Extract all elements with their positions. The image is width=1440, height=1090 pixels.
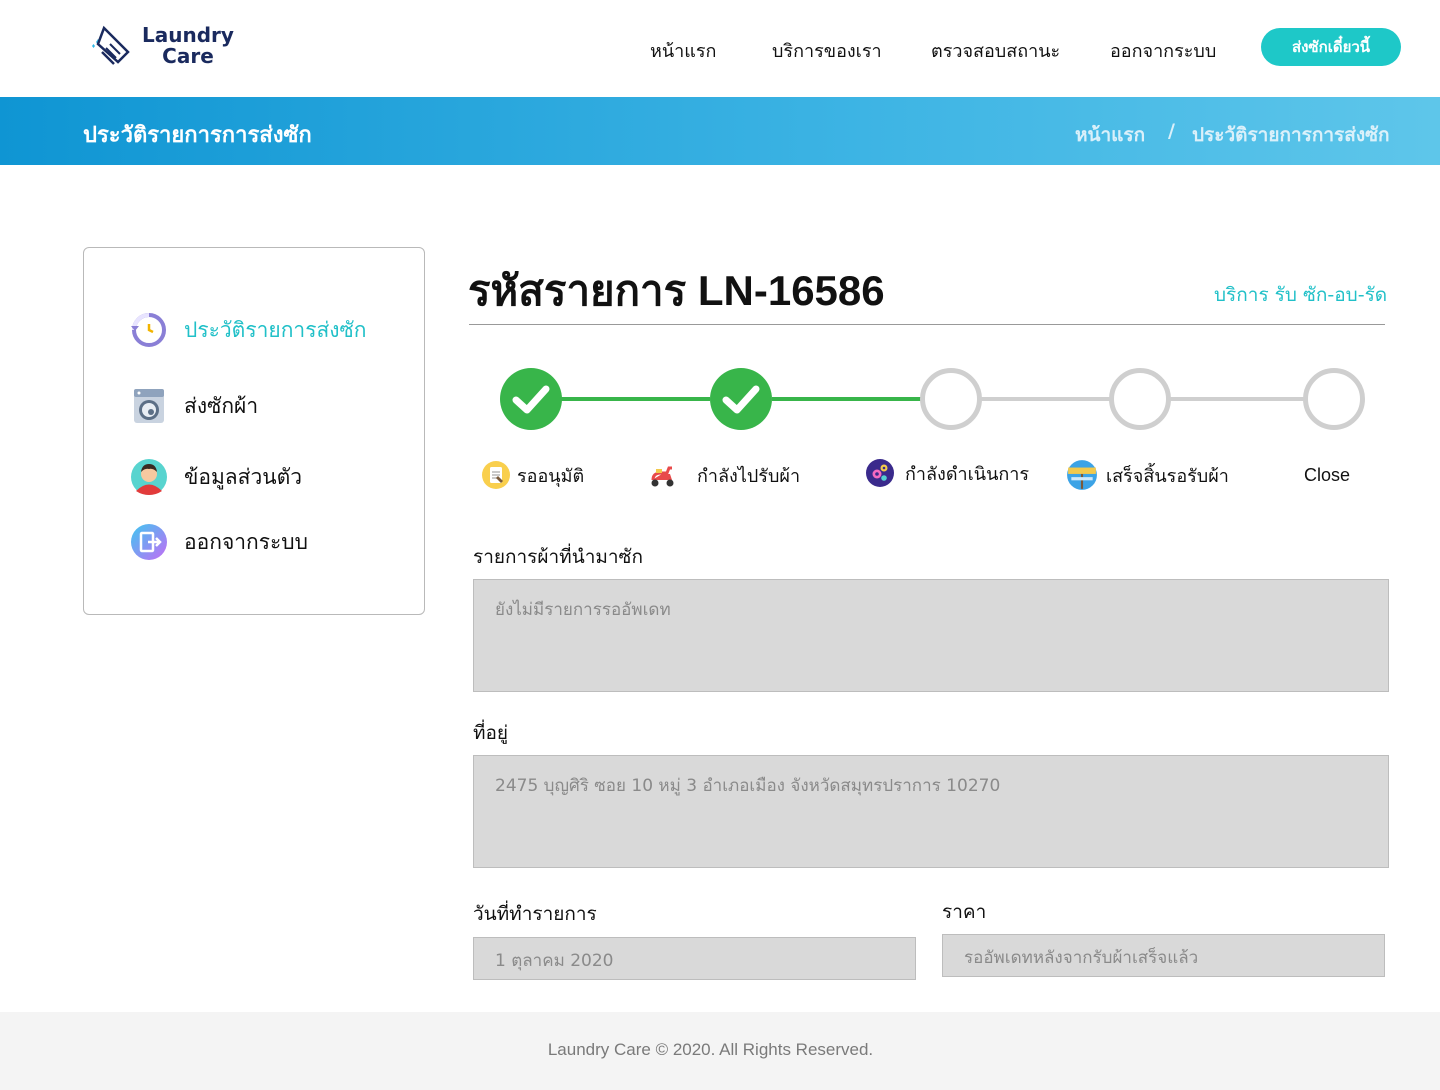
step-text-5: Close <box>1304 464 1351 485</box>
step-text-1: รออนุมัติ <box>517 465 585 487</box>
address-field[interactable]: 2475 บุญศิริ ซอย 10 หมู่ 3 อำเภอเมือง จั… <box>473 755 1389 868</box>
nav-logout[interactable]: ออกจากระบบ <box>1110 36 1216 62</box>
step-text-4: เสร็จสิ้นรอรับผ้า <box>1106 465 1229 487</box>
order-progress-stepper: รออนุมัติ กำลังไปรับผ้า กำลังดำเนินการ เ… <box>469 360 1399 500</box>
nav-check-status[interactable]: ตรวจสอบสถานะ <box>931 36 1060 62</box>
sidebar-label-profile: ข้อมูลส่วนตัว <box>184 464 303 489</box>
user-profile-icon <box>131 459 167 495</box>
brand-line2: Care <box>162 44 214 68</box>
nav-home[interactable]: หน้าแรก <box>650 36 716 62</box>
sidebar-label-send-laundry: ส่งซักผ้า <box>184 393 259 418</box>
step-label-2: กำลังไปรับผ้า <box>647 458 800 492</box>
laundry-items-label: รายการผ้าที่นำมาซัก <box>473 546 643 568</box>
price-field[interactable]: รออัพเดทหลังจากรับผ้าเสร็จแล้ว <box>942 934 1385 977</box>
step-connector-2 <box>772 397 921 401</box>
nav-services[interactable]: บริการของเรา <box>772 36 882 62</box>
address-label: ที่อยู่ <box>473 722 509 744</box>
sidebar-item-profile[interactable]: ข้อมูลส่วนตัว <box>130 457 302 497</box>
check-icon <box>512 385 550 414</box>
step-label-3: กำลังดำเนินการ <box>865 456 1029 490</box>
order-date-label: วันที่ทำรายการ <box>473 903 597 925</box>
page-banner: ประวัติรายการการส่งซัก หน้าแรก / ประวัติ… <box>0 97 1440 165</box>
brand-logo[interactable]: Laundry Care <box>88 22 248 74</box>
logout-icon <box>131 524 167 560</box>
washing-machine-icon <box>134 389 164 423</box>
sidebar-item-send-laundry[interactable]: ส่งซักผ้า <box>130 386 258 426</box>
sidebar-label-logout: ออกจากระบบ <box>184 529 308 554</box>
breadcrumb-separator: / <box>1168 120 1175 142</box>
order-date-field[interactable]: 1 ตุลาคม 2020 <box>473 937 916 980</box>
sidebar-item-history[interactable]: ประวัติรายการส่งซัก <box>130 310 367 350</box>
step-text-3: กำลังดำเนินการ <box>905 463 1030 485</box>
price-label: ราคา <box>942 901 987 923</box>
step-label-5: Close <box>1304 458 1350 492</box>
order-id-title: รหัสรายการ LN-16586 <box>468 267 885 314</box>
breadcrumb-current: ประวัติรายการการส่งซัก <box>1192 124 1390 146</box>
step-circle-2 <box>710 368 772 430</box>
step-connector-4 <box>1169 397 1305 401</box>
title-divider <box>469 324 1385 325</box>
sidebar-item-logout[interactable]: ออกจากระบบ <box>130 522 308 562</box>
sidebar-menu: ประวัติรายการส่งซัก ส่งซักผ้า ข้อมูลส่วน… <box>83 247 425 615</box>
clipboard-icon <box>482 461 510 489</box>
service-type: บริการ รับ ซัก-อบ-รัด <box>1214 284 1388 306</box>
step-circle-1 <box>500 368 562 430</box>
page-footer: Laundry Care © 2020. All Rights Reserved… <box>0 1012 1440 1090</box>
step-label-1: รออนุมัติ <box>481 458 584 492</box>
success-sign-icon <box>1067 460 1097 490</box>
copyright-text: Laundry Care © 2020. All Rights Reserved… <box>547 1040 874 1059</box>
sidebar-label-history: ประวัติรายการส่งซัก <box>184 317 367 342</box>
step-circle-5 <box>1303 368 1365 430</box>
top-header: Laundry Care หน้าแรก บริการของเรา ตรวจสอ… <box>0 0 1440 97</box>
step-circle-4 <box>1109 368 1171 430</box>
check-icon <box>722 385 760 414</box>
gears-icon <box>866 459 894 487</box>
scooter-icon <box>651 466 674 487</box>
send-laundry-now-button[interactable]: ส่งซักเดี๋ยวนี้ <box>1261 28 1401 66</box>
step-connector-3 <box>979 397 1111 401</box>
page-title: ประวัติรายการการส่งซัก <box>83 123 312 148</box>
brand-line1: Laundry <box>142 23 234 47</box>
step-circle-3 <box>920 368 982 430</box>
laundry-items-field[interactable]: ยังไม่มีรายการรออัพเดท <box>473 579 1389 692</box>
step-text-2: กำลังไปรับผ้า <box>697 465 801 487</box>
step-label-4: เสร็จสิ้นรอรับผ้า <box>1066 458 1229 492</box>
laundry-logo-icon <box>92 25 130 65</box>
history-icon <box>131 313 166 347</box>
breadcrumb-home[interactable]: หน้าแรก <box>1075 120 1145 150</box>
